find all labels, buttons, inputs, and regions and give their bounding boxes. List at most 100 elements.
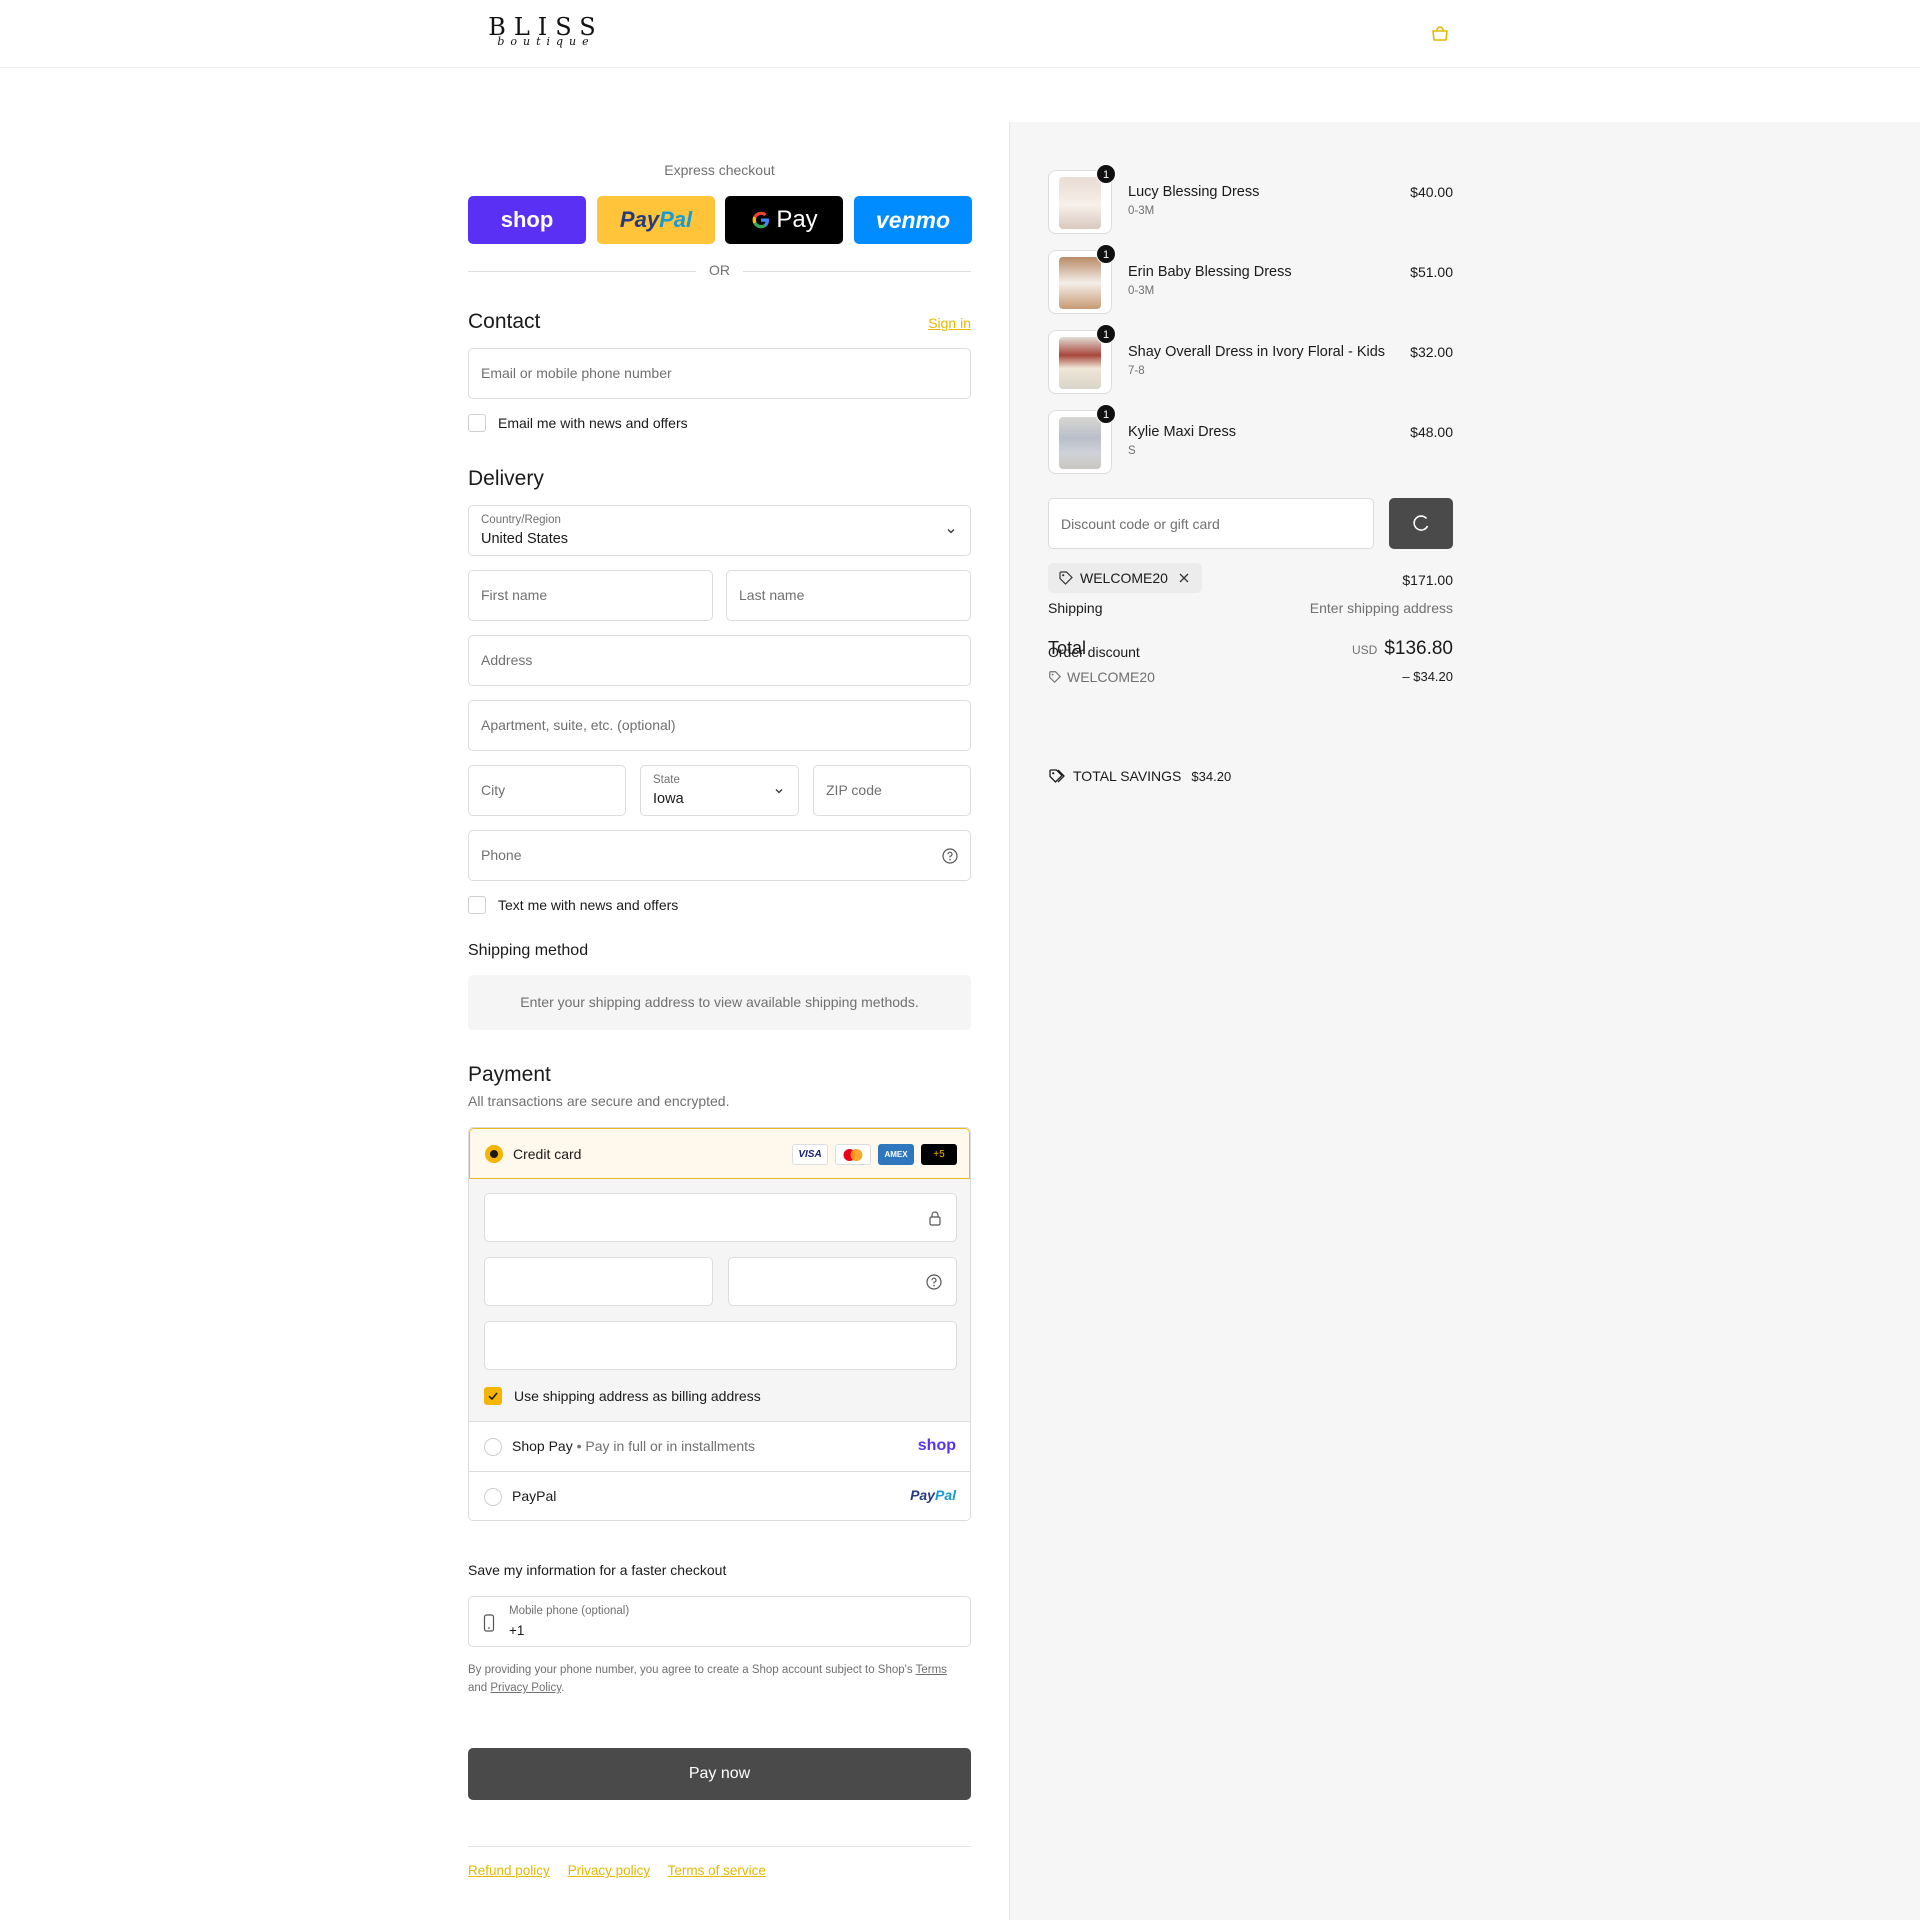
- google-g-icon: [752, 211, 770, 229]
- terms-of-service-link[interactable]: Terms of service: [668, 1863, 766, 1878]
- savings-tag-icon: [1049, 769, 1065, 783]
- shopping-bag-icon[interactable]: [1430, 26, 1450, 42]
- item-name: Shay Overall Dress in Ivory Floral - Kid…: [1128, 344, 1386, 360]
- amex-icon: AMEX: [878, 1144, 914, 1165]
- help-icon[interactable]: [926, 1274, 942, 1290]
- order-discount-label: Order discount: [1048, 644, 1140, 660]
- first-name-placeholder: First name: [481, 587, 548, 603]
- footer-links: Refund policy Privacy policy Terms of se…: [468, 1863, 780, 1878]
- paypal-express-button[interactable]: Pay Pal: [597, 196, 715, 244]
- lock-icon: [929, 1211, 941, 1226]
- text-news-checkbox[interactable]: [468, 896, 486, 914]
- venmo-express-button[interactable]: venmo: [854, 196, 972, 244]
- email-news-checkbox[interactable]: [468, 414, 486, 432]
- refund-policy-link[interactable]: Refund policy: [468, 1863, 550, 1878]
- email-news-label: Email me with news and offers: [498, 415, 688, 431]
- last-name-field[interactable]: Last name: [726, 570, 971, 621]
- delivery-heading: Delivery: [468, 467, 544, 490]
- address-placeholder: Address: [481, 652, 533, 668]
- total-savings: TOTAL SAVINGS $34.20: [1048, 768, 1231, 784]
- email-field[interactable]: Email or mobile phone number: [468, 348, 971, 399]
- total-value: $136.80: [1384, 638, 1453, 659]
- cart-item: 1 Shay Overall Dress in Ivory Floral - K…: [1048, 324, 1453, 396]
- discount-code-line: WELCOME20: [1048, 669, 1155, 685]
- or-divider: OR: [468, 262, 971, 280]
- privacy-policy-link[interactable]: Privacy Policy: [490, 1682, 561, 1694]
- payment-subtitle: All transactions are secure and encrypte…: [468, 1093, 730, 1109]
- item-price: $48.00: [1410, 424, 1453, 440]
- close-icon[interactable]: [1178, 572, 1190, 584]
- apartment-field[interactable]: Apartment, suite, etc. (optional): [468, 700, 971, 751]
- shop-pay-logo: shop: [917, 1437, 956, 1454]
- legal-text: By providing your phone number, you agre…: [468, 1664, 913, 1676]
- city-placeholder: City: [481, 782, 506, 798]
- mobile-phone-icon: [483, 1614, 495, 1632]
- item-price: $51.00: [1410, 264, 1453, 280]
- brand-logo[interactable]: BLISS boutique: [476, 14, 616, 48]
- paypal-option[interactable]: PayPal PayPal: [469, 1471, 970, 1520]
- privacy-policy-footer-link[interactable]: Privacy policy: [568, 1863, 651, 1878]
- expiration-field[interactable]: [484, 1257, 713, 1306]
- credit-card-option[interactable]: Credit card VISA AMEX +5: [469, 1128, 970, 1179]
- google-pay-express-button[interactable]: Pay: [725, 196, 843, 244]
- phone-field[interactable]: Phone: [468, 830, 971, 881]
- state-value: Iowa: [653, 791, 684, 807]
- address-field[interactable]: Address: [468, 635, 971, 686]
- credit-card-radio[interactable]: [485, 1145, 503, 1163]
- state-select[interactable]: State Iowa: [640, 765, 799, 816]
- help-icon[interactable]: [942, 848, 958, 864]
- more-cards-badge: +5: [921, 1144, 957, 1165]
- cart-item: 1 Kylie Maxi Dress S $48.00: [1048, 404, 1453, 476]
- paypal-label-left: Pay: [619, 207, 660, 232]
- savings-label: TOTAL SAVINGS: [1073, 768, 1182, 784]
- billing-address-label: Use shipping address as billing address: [514, 1388, 761, 1404]
- text-news-option[interactable]: Text me with news and offers: [468, 895, 678, 915]
- shop-pay-radio[interactable]: [484, 1438, 502, 1456]
- savings-value: $34.20: [1191, 768, 1232, 784]
- payment-methods: Credit card VISA AMEX +5 Use shipping ad…: [468, 1127, 971, 1521]
- shop-pay-label: shop: [500, 207, 554, 232]
- quantity-badge: 1: [1096, 324, 1116, 344]
- name-on-card-field[interactable]: [484, 1321, 957, 1370]
- billing-address-checkbox[interactable]: [484, 1387, 502, 1405]
- apply-discount-button[interactable]: [1389, 498, 1453, 549]
- first-name-field[interactable]: First name: [468, 570, 713, 621]
- zip-placeholder: ZIP code: [826, 782, 882, 798]
- tag-icon: [1059, 571, 1073, 585]
- discount-value: – $34.20: [1402, 669, 1453, 684]
- chevron-down-icon: [775, 789, 783, 794]
- quantity-badge: 1: [1096, 164, 1116, 184]
- shop-pay-express-button[interactable]: shop: [468, 196, 586, 244]
- zip-field[interactable]: ZIP code: [813, 765, 971, 816]
- item-name: Lucy Blessing Dress: [1128, 184, 1260, 200]
- discount-placeholder: Discount code or gift card: [1061, 516, 1220, 532]
- pay-now-button[interactable]: Pay now: [468, 1748, 971, 1800]
- mobile-phone-field[interactable]: Mobile phone (optional) +1: [468, 1596, 971, 1647]
- item-variant: 7-8: [1128, 365, 1145, 377]
- terms-link[interactable]: Terms: [916, 1664, 947, 1676]
- item-variant: 0-3M: [1128, 205, 1155, 217]
- item-variant: S: [1128, 445, 1136, 457]
- paypal-logo: PayPal: [910, 1487, 956, 1503]
- paypal-radio[interactable]: [484, 1488, 502, 1506]
- country-select[interactable]: Country/Region United States: [468, 505, 971, 556]
- discount-code-field[interactable]: Discount code or gift card: [1048, 498, 1374, 549]
- currency-code: USD: [1351, 643, 1378, 657]
- divider-line-right: [743, 271, 971, 272]
- phone-placeholder: Phone: [481, 847, 522, 863]
- card-number-field[interactable]: [484, 1193, 957, 1242]
- shop-pay-option[interactable]: Shop Pay • Pay in full or in installment…: [469, 1421, 970, 1471]
- email-news-option[interactable]: Email me with news and offers: [468, 413, 688, 433]
- security-code-field[interactable]: [728, 1257, 957, 1306]
- shop-pay-label: Shop Pay: [512, 1438, 573, 1454]
- venmo-label: venmo: [875, 206, 951, 233]
- or-text: OR: [709, 262, 730, 278]
- shipping-method-heading: Shipping method: [468, 942, 589, 959]
- site-header: BLISS boutique: [0, 0, 1920, 68]
- sign-in-link[interactable]: Sign in: [928, 315, 971, 331]
- credit-card-form: Use shipping address as billing address: [469, 1179, 970, 1421]
- shop-pay-sublabel: Pay in full or in installments: [585, 1438, 756, 1454]
- mobile-phone-value: +1: [509, 1623, 525, 1638]
- billing-address-option[interactable]: Use shipping address as billing address: [484, 1386, 761, 1406]
- city-field[interactable]: City: [468, 765, 626, 816]
